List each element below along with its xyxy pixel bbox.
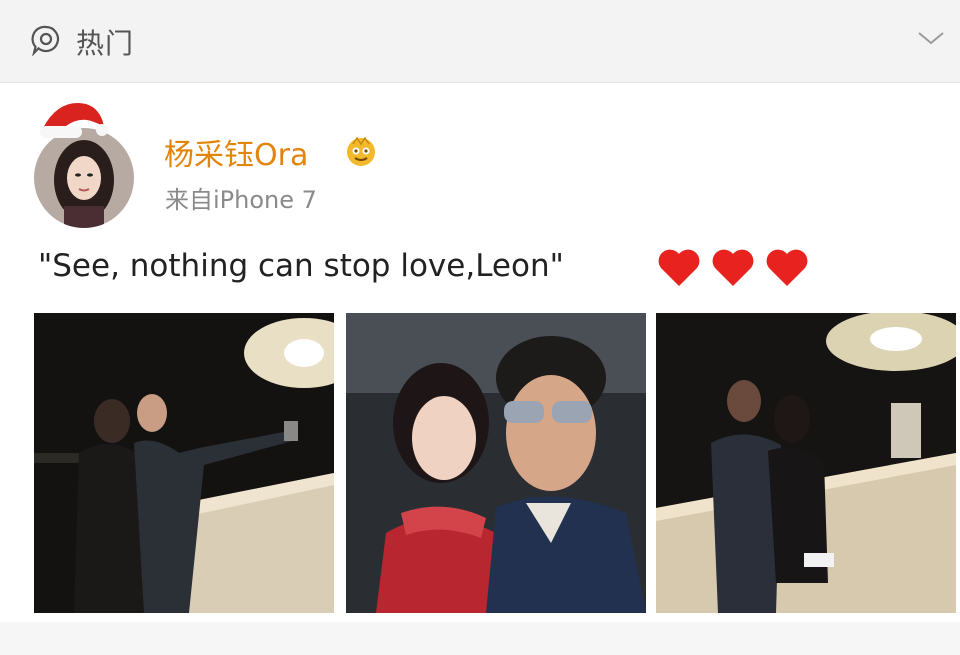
heart-icon bbox=[766, 249, 808, 286]
post-text: "See, nothing can stop love,Leon" bbox=[38, 248, 564, 284]
hot-topic-icon bbox=[31, 25, 60, 56]
heart-icon bbox=[712, 249, 754, 286]
heart-emoji-group bbox=[656, 246, 810, 290]
feed-category-label[interactable]: 热门 bbox=[76, 22, 134, 62]
heart-icon bbox=[658, 249, 700, 286]
post-photo-3[interactable] bbox=[656, 313, 956, 613]
verified-badge-icon bbox=[347, 136, 375, 166]
post-source: 来自iPhone 7 bbox=[165, 186, 317, 214]
post-photo-1[interactable] bbox=[34, 313, 334, 613]
santa-hat-icon bbox=[40, 103, 108, 138]
username[interactable]: 杨采钰Ora bbox=[164, 130, 308, 174]
feed-header: 热门 bbox=[0, 0, 960, 83]
post-photo-2[interactable] bbox=[346, 313, 646, 613]
chevron-down-icon[interactable] bbox=[916, 28, 946, 48]
post-footer-strip bbox=[0, 622, 960, 655]
